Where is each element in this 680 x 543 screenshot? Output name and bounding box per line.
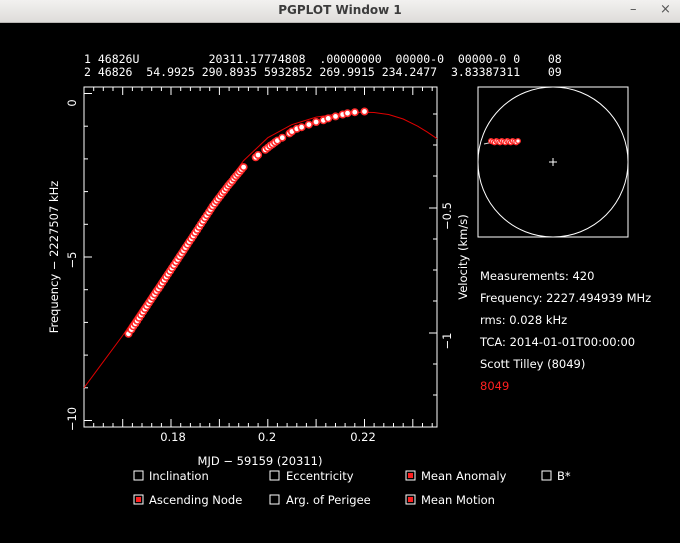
x-tick-label: 0.18: [160, 430, 186, 444]
frequency-text: Frequency: 2227.494939 MHz: [480, 291, 651, 305]
zenith-marker: [549, 158, 557, 166]
measurement-point: [254, 151, 263, 160]
y-tick-label: −5: [65, 252, 79, 269]
checkbox-eccentricity[interactable]: Eccentricity: [269, 469, 354, 483]
observer-text: Scott Tilley (8049): [480, 357, 585, 371]
checkbox-checkmark: [408, 473, 413, 478]
measurement-point: [278, 133, 287, 142]
checkbox-checkmark: [408, 497, 413, 502]
checkbox-inclination[interactable]: Inclination: [133, 469, 209, 483]
pgplot-window: – PGPLOT Window 1 × 1 46826U 20311.17774…: [0, 0, 680, 543]
measurement-point: [360, 107, 369, 116]
checkbox-mean-motion[interactable]: Mean Motion: [405, 493, 495, 507]
measurement-point: [297, 123, 306, 132]
measurement-points[interactable]: [124, 107, 369, 338]
close-icon[interactable]: ×: [660, 2, 671, 18]
plot-canvas[interactable]: 1 46826U 20311.17774808 .00000000 00000-…: [0, 23, 680, 543]
measurement-point: [350, 108, 359, 117]
checkbox-label: Inclination: [149, 469, 209, 483]
y-axis-ticks: [84, 93, 437, 421]
x-axis-label: MJD − 59159 (20311): [198, 454, 323, 468]
site-id-text: 8049: [480, 379, 509, 393]
checkbox-ascending-node[interactable]: Ascending Node: [133, 493, 242, 507]
measurements-count: Measurements: 420: [480, 269, 594, 283]
y-tick-label: 0: [65, 99, 79, 106]
checkbox-box[interactable]: [269, 494, 280, 505]
sky-track-points: [488, 138, 521, 146]
checkbox-mean-anomaly[interactable]: Mean Anomaly: [405, 469, 507, 483]
checkbox-box[interactable]: [269, 470, 280, 481]
sky-track-point: [515, 138, 521, 144]
title-bar[interactable]: – PGPLOT Window 1 ×: [0, 0, 680, 23]
y-tick-label: −10: [65, 407, 79, 431]
checkbox-label: Mean Anomaly: [421, 469, 507, 483]
checkbox-label: Arg. of Perigee: [286, 493, 371, 507]
rms-text: rms: 0.028 kHz: [480, 313, 567, 327]
checkbox-label: Mean Motion: [421, 493, 495, 507]
tle-line-1: 1 46826U 20311.17774808 .00000000 00000-…: [84, 52, 562, 66]
plot-frame: [83, 86, 438, 428]
checkbox-bstar[interactable]: B*: [541, 469, 571, 483]
y2-tick-label: −1: [440, 333, 454, 350]
y2-tick-label: −0.5: [440, 202, 454, 230]
y-axis-label: Frequency − 2227507 kHz: [47, 181, 61, 334]
y2-axis-label: Velocity (km/s): [456, 214, 470, 299]
x-axis-ticks: [93, 87, 433, 427]
tca-text: TCA: 2014-01-01T00:00:00: [479, 335, 635, 349]
checkbox-arg-of-perigee[interactable]: Arg. of Perigee: [269, 493, 371, 507]
x-tick-label: 0.22: [350, 430, 376, 444]
checkbox-checkmark: [136, 497, 141, 502]
measurement-point: [324, 114, 333, 123]
checkbox-label: Eccentricity: [286, 469, 354, 483]
checkbox-box[interactable]: [133, 470, 144, 481]
checkbox-box[interactable]: [541, 470, 552, 481]
checkbox-label: Ascending Node: [149, 493, 242, 507]
tle-line-2: 2 46826 54.9925 290.8935 5932852 269.991…: [84, 65, 562, 79]
measurement-point: [331, 112, 340, 121]
window-title: PGPLOT Window 1: [278, 3, 402, 17]
measurement-point: [239, 163, 248, 172]
checkbox-label: B*: [557, 469, 571, 483]
measurement-point: [312, 118, 321, 127]
measurement-point: [343, 109, 352, 118]
measurement-point: [304, 120, 313, 129]
x-tick-label: 0.2: [258, 430, 276, 444]
